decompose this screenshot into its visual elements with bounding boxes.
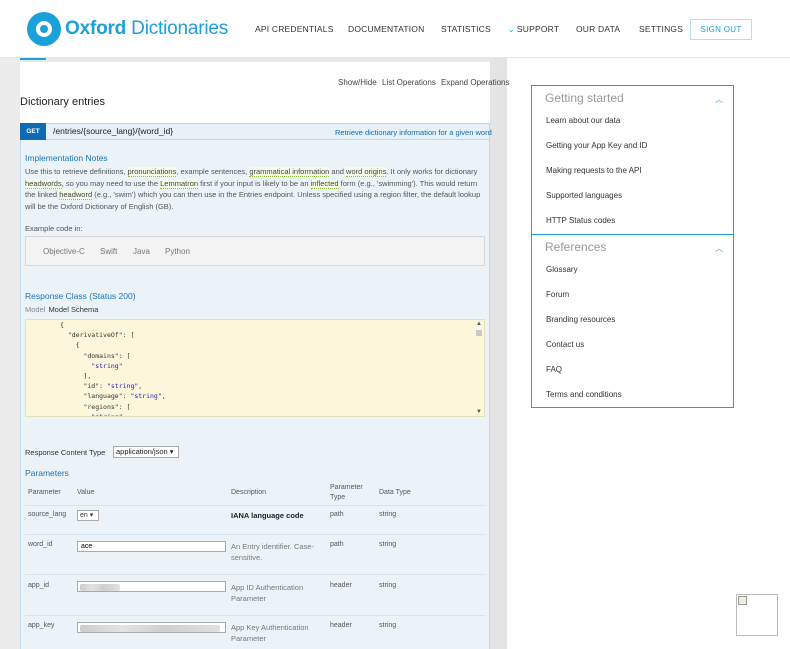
- active-indicator: [20, 58, 46, 60]
- col-data-type: Data Type: [379, 489, 411, 496]
- implementation-notes-heading: Implementation Notes: [25, 153, 108, 163]
- param-name: app_key: [28, 622, 55, 629]
- glossary-link[interactable]: pronunciations: [127, 167, 177, 177]
- param-description: App Key Authentication Parameter: [231, 623, 309, 643]
- glossary-link[interactable]: grammatical information: [249, 167, 330, 177]
- oxford-dictionaries-logo[interactable]: Oxford Dictionaries: [27, 12, 228, 46]
- example-code-tabs: [25, 236, 485, 266]
- getting-started-panel: Getting started ︿ Learn about our data G…: [531, 85, 734, 235]
- sidebar-item-faq[interactable]: FAQ: [546, 365, 562, 374]
- nav-statistics[interactable]: STATISTICS: [441, 24, 491, 34]
- section-title: Dictionary entries: [20, 96, 105, 108]
- sidebar-item-supported-languages[interactable]: Supported languages: [546, 191, 622, 200]
- response-class-heading: Response Class (Status 200): [25, 291, 136, 301]
- response-content-type-select[interactable]: application/json ▾: [113, 446, 179, 458]
- sidebar-item-forum[interactable]: Forum: [546, 290, 569, 299]
- endpoint-path[interactable]: /entries/{source_lang}/{word_id}: [53, 126, 173, 136]
- param-type: header: [330, 582, 352, 589]
- chevron-down-icon: ⌄: [508, 25, 515, 34]
- tab-java[interactable]: Java: [133, 247, 150, 256]
- chevron-up-icon[interactable]: ︿: [715, 243, 723, 254]
- expand-operations-link[interactable]: Expand Operations: [441, 78, 510, 87]
- param-description: IANA language code: [231, 511, 304, 520]
- model-tab[interactable]: Model: [25, 305, 45, 314]
- references-title[interactable]: References: [545, 240, 606, 254]
- model-schema-code[interactable]: { "derivativeOf": [ { "domains": [ "stri…: [25, 319, 485, 417]
- chevron-up-icon[interactable]: ︿: [715, 94, 723, 105]
- endpoint-description[interactable]: Retrieve dictionary information for a gi…: [335, 128, 492, 137]
- content-scroll-gutter: [490, 58, 507, 649]
- app-id-input[interactable]: [77, 581, 226, 592]
- param-type: header: [330, 622, 352, 629]
- nav-support[interactable]: ⌄ SUPPORT: [508, 24, 559, 34]
- glossary-link[interactable]: inflected: [310, 178, 339, 189]
- show-hide-link[interactable]: Show/Hide: [338, 78, 377, 87]
- sidebar-item-making-requests[interactable]: Making requests to the API: [546, 166, 642, 175]
- nav-api-credentials[interactable]: API CREDENTIALS: [255, 24, 334, 34]
- left-gutter: [0, 58, 20, 649]
- param-name: source_lang: [28, 511, 67, 518]
- sidebar-item-learn-about-data[interactable]: Learn about our data: [546, 116, 620, 125]
- col-parameter-type: Parameter Type: [330, 484, 363, 501]
- nav-our-data[interactable]: OUR DATA: [576, 24, 620, 34]
- param-name: word_id: [28, 541, 53, 548]
- sidebar-item-app-key[interactable]: Getting your App Key and ID: [546, 141, 647, 150]
- references-panel: References ︿ Glossary Forum Branding res…: [531, 234, 734, 408]
- glossary-link[interactable]: headwords: [25, 178, 62, 189]
- top-strip: [20, 58, 490, 62]
- param-data-type: string: [379, 541, 397, 548]
- parameters-heading: Parameters: [25, 468, 69, 478]
- sidebar-item-branding[interactable]: Branding resources: [546, 315, 615, 324]
- tab-swift[interactable]: Swift: [100, 247, 117, 256]
- implementation-notes: Use this to retrieve definitions, pronun…: [25, 167, 481, 211]
- col-parameter: Parameter: [28, 489, 61, 496]
- col-description: Description: [231, 489, 267, 496]
- broken-image-icon: [736, 594, 778, 636]
- list-operations-link[interactable]: List Operations: [382, 78, 436, 87]
- glossary-link[interactable]: Lemmatron: [160, 178, 199, 189]
- sidebar-item-terms[interactable]: Terms and conditions: [546, 390, 622, 399]
- sidebar-item-http-status[interactable]: HTTP Status codes: [546, 216, 615, 225]
- nav-documentation[interactable]: DOCUMENTATION: [348, 24, 424, 34]
- sidebar-item-contact[interactable]: Contact us: [546, 340, 584, 349]
- param-name: app_id: [28, 582, 50, 589]
- param-data-type: string: [379, 582, 397, 589]
- glossary-link[interactable]: word origins: [346, 167, 387, 177]
- scroll-up-icon[interactable]: ▲: [476, 321, 482, 327]
- logo-icon: [27, 12, 61, 46]
- nav-settings[interactable]: SETTINGS: [639, 24, 683, 34]
- sign-out-button[interactable]: SIGN OUT: [690, 19, 752, 40]
- glossary-link[interactable]: headword: [59, 190, 93, 200]
- param-type: path: [330, 511, 344, 518]
- source-lang-select[interactable]: en ▾: [77, 510, 99, 521]
- redacted-value: [80, 625, 220, 632]
- word-id-input[interactable]: ace: [77, 541, 226, 552]
- param-data-type: string: [379, 511, 397, 518]
- scroll-down-icon[interactable]: ▼: [476, 409, 482, 415]
- model-tabs: Model Model Schema: [25, 305, 98, 314]
- sidebar-item-glossary[interactable]: Glossary: [546, 265, 578, 274]
- example-code-label: Example code in:: [25, 224, 83, 233]
- app-key-input[interactable]: [77, 622, 226, 633]
- tab-objective-c[interactable]: Objective-C: [43, 247, 85, 256]
- http-method-badge: GET: [20, 123, 46, 140]
- response-content-type-label: Response Content Type: [25, 448, 106, 457]
- schema-scrollbar[interactable]: ▲ ▼: [475, 321, 483, 415]
- getting-started-title[interactable]: Getting started: [545, 91, 624, 105]
- model-schema-tab[interactable]: Model Schema: [48, 305, 98, 314]
- param-description: App ID Authentication Parameter: [231, 583, 304, 603]
- tab-python[interactable]: Python: [165, 247, 190, 256]
- col-value: Value: [77, 489, 95, 496]
- param-description: An Entry identifier. Case-sensitive.: [231, 542, 314, 562]
- param-data-type: string: [379, 622, 397, 629]
- redacted-value: [80, 584, 120, 591]
- param-type: path: [330, 541, 344, 548]
- top-header: Oxford Dictionaries API CREDENTIALS DOCU…: [0, 0, 790, 58]
